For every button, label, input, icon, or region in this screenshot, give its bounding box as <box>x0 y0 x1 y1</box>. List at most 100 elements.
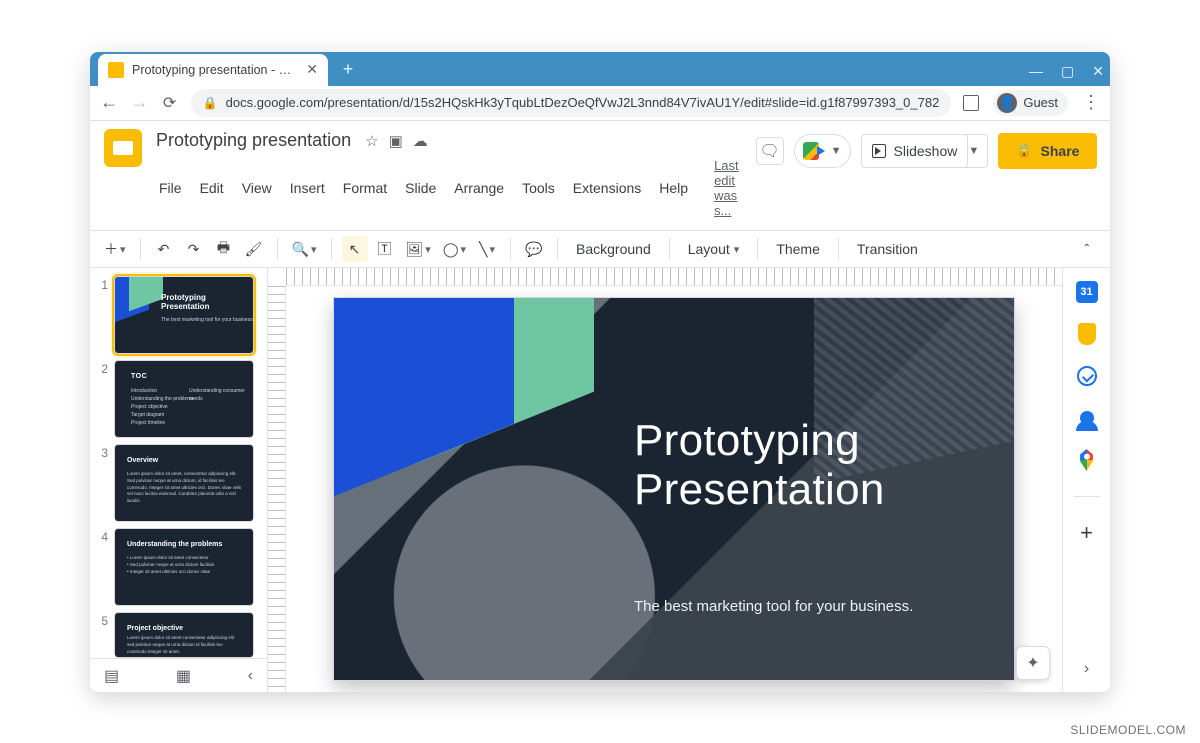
slideshow-dropdown[interactable]: ▼ <box>960 134 988 168</box>
last-edit-link[interactable]: Last edit was s... <box>707 154 746 222</box>
transition-button[interactable]: Transition <box>849 236 926 262</box>
background-button[interactable]: Background <box>568 236 659 262</box>
separator <box>277 238 278 260</box>
menu-extensions[interactable]: Extensions <box>566 176 648 200</box>
separator <box>757 238 758 260</box>
app-header: Prototyping presentation ☆ ▣ ☁ File Edit… <box>90 121 1110 222</box>
star-icon[interactable]: ☆ <box>365 132 378 150</box>
thumb-heading: TOC <box>131 373 147 380</box>
print-icon[interactable]: 🖶 <box>211 236 237 262</box>
filmstrip-view-icon[interactable]: ▤ <box>104 666 119 686</box>
addons-icon[interactable]: + <box>1075 521 1099 545</box>
line-tool-icon[interactable]: ╲▾ <box>474 236 500 262</box>
maps-icon[interactable] <box>1075 448 1099 472</box>
browser-titlebar: Prototyping presentation - Goog ✕ + — ▢ … <box>90 52 1110 86</box>
explore-button[interactable]: ✦ <box>1016 646 1050 680</box>
menu-slide[interactable]: Slide <box>398 176 443 200</box>
browser-menu-icon[interactable]: ⋮ <box>1082 92 1100 113</box>
slide-title[interactable]: Prototyping Presentation <box>634 416 885 515</box>
window-close-icon[interactable]: ✕ <box>1092 64 1104 78</box>
slide-thumbnail-3[interactable]: Overview Lorem ipsum dolor sit amet, con… <box>114 444 254 522</box>
layout-button[interactable]: Layout▾ <box>680 236 748 262</box>
menu-file[interactable]: File <box>152 176 189 200</box>
separator <box>140 238 141 260</box>
theme-button[interactable]: Theme <box>768 236 828 262</box>
grid-view-icon[interactable]: ▦ <box>176 666 191 686</box>
slide-thumbnail-4[interactable]: Understanding the problems • Lorem ipsum… <box>114 528 254 606</box>
thumbnail-panel: 1 Prototyping Presentation The best mark… <box>90 268 268 692</box>
menu-tools[interactable]: Tools <box>515 176 562 200</box>
slide-tagline[interactable]: The best marketing tool for your busines… <box>634 598 974 615</box>
thumbnail-footer: ▤ ▦ ‹ <box>90 658 267 692</box>
vertical-ruler[interactable] <box>268 286 286 692</box>
menu-format[interactable]: Format <box>336 176 394 200</box>
document-title[interactable]: Prototyping presentation <box>152 129 355 152</box>
tab-close-icon[interactable]: ✕ <box>306 61 318 78</box>
thumb-number: 4 <box>96 528 108 544</box>
nav-forward-icon[interactable]: → <box>130 92 148 113</box>
slide-canvas[interactable]: Prototyping Presentation The best market… <box>334 298 1014 680</box>
header-actions: 🗨 ▼ Slideshow ▼ 🔒 Share <box>756 133 1098 169</box>
profile-label: Guest <box>1023 95 1058 110</box>
select-tool-icon[interactable]: ↖ <box>342 236 368 262</box>
share-button[interactable]: 🔒 Share <box>998 133 1097 169</box>
nav-reload-icon[interactable]: ⟳ <box>160 93 178 113</box>
thumb-heading: Understanding the problems <box>127 541 222 548</box>
slideshow-button[interactable]: Slideshow <box>861 134 969 168</box>
menu-help[interactable]: Help <box>652 176 695 200</box>
undo-icon[interactable]: ↶ <box>151 236 177 262</box>
thumb-body: Lorem ipsum dolor sit amet consectetur a… <box>127 635 241 655</box>
toolbar-collapse-icon[interactable]: ˆ <box>1074 236 1100 262</box>
content-area: 1 Prototyping Presentation The best mark… <box>90 268 1110 692</box>
window-maximize-icon[interactable]: ▢ <box>1061 64 1074 78</box>
new-tab-button[interactable]: + <box>334 56 362 84</box>
slide-thumbnail-2[interactable]: TOC IntroductionUnderstanding the proble… <box>114 360 254 438</box>
browser-toolbar: ← → ⟳ 🔒 docs.google.com/presentation/d/1… <box>90 86 1110 121</box>
play-icon <box>872 144 886 158</box>
image-tool-icon[interactable]: 🖼▾ <box>402 236 435 262</box>
thumb-title: Prototyping Presentation <box>161 293 209 311</box>
menu-edit[interactable]: Edit <box>193 176 231 200</box>
browser-tab[interactable]: Prototyping presentation - Goog ✕ <box>98 54 328 86</box>
paint-format-icon[interactable]: 🖌 <box>241 236 267 262</box>
profile-button[interactable]: 👤 Guest <box>993 90 1068 116</box>
comments-button[interactable]: 🗨 <box>756 137 784 165</box>
menu-insert[interactable]: Insert <box>283 176 332 200</box>
nav-back-icon[interactable]: ← <box>100 92 118 113</box>
side-panel-collapse-icon[interactable]: › <box>1084 660 1089 678</box>
slide-thumbnail-1[interactable]: Prototyping Presentation The best market… <box>114 276 254 354</box>
zoom-button[interactable]: 🔍▾ <box>288 236 321 262</box>
slide-thumbnail-5[interactable]: Project objective Lorem ipsum dolor sit … <box>114 612 254 658</box>
lock-icon: 🔒 <box>1016 143 1032 159</box>
thumb-number: 3 <box>96 444 108 460</box>
new-slide-button[interactable]: ＋▾ <box>100 236 130 262</box>
tasks-icon[interactable] <box>1075 364 1099 388</box>
calendar-icon[interactable]: 31 <box>1075 280 1099 304</box>
separator <box>838 238 839 260</box>
cloud-status-icon[interactable]: ☁ <box>413 132 428 150</box>
move-icon[interactable]: ▣ <box>389 132 403 150</box>
slide-stage[interactable]: Prototyping Presentation The best market… <box>286 286 1062 692</box>
shape-tool-icon[interactable]: ◯▾ <box>439 236 470 262</box>
collapse-panel-icon[interactable]: ‹ <box>248 667 253 685</box>
lock-icon: 🔒 <box>203 96 218 110</box>
window-minimize-icon[interactable]: — <box>1029 64 1043 78</box>
address-bar[interactable]: 🔒 docs.google.com/presentation/d/15s2HQs… <box>191 89 952 117</box>
slides-logo-icon[interactable] <box>104 129 142 167</box>
menu-view[interactable]: View <box>235 176 279 200</box>
comment-tool-icon[interactable]: 💬 <box>521 236 547 262</box>
thumb-heading: Overview <box>127 457 158 464</box>
redo-icon[interactable]: ↷ <box>181 236 207 262</box>
horizontal-ruler[interactable] <box>286 268 1062 286</box>
keep-icon[interactable] <box>1075 322 1099 346</box>
menu-arrange[interactable]: Arrange <box>447 176 511 200</box>
layout-label: Layout <box>688 241 730 257</box>
address-url: docs.google.com/presentation/d/15s2HQskH… <box>226 95 940 110</box>
browser-tab-title: Prototyping presentation - Goog <box>132 63 298 77</box>
contacts-icon[interactable] <box>1075 406 1099 430</box>
textbox-tool-icon[interactable]: 🅃 <box>372 236 398 262</box>
side-panel-icon[interactable] <box>963 95 979 111</box>
browser-window: Prototyping presentation - Goog ✕ + — ▢ … <box>90 52 1110 692</box>
meet-button[interactable]: ▼ <box>794 134 851 168</box>
window-controls: — ▢ ✕ <box>1029 52 1104 90</box>
